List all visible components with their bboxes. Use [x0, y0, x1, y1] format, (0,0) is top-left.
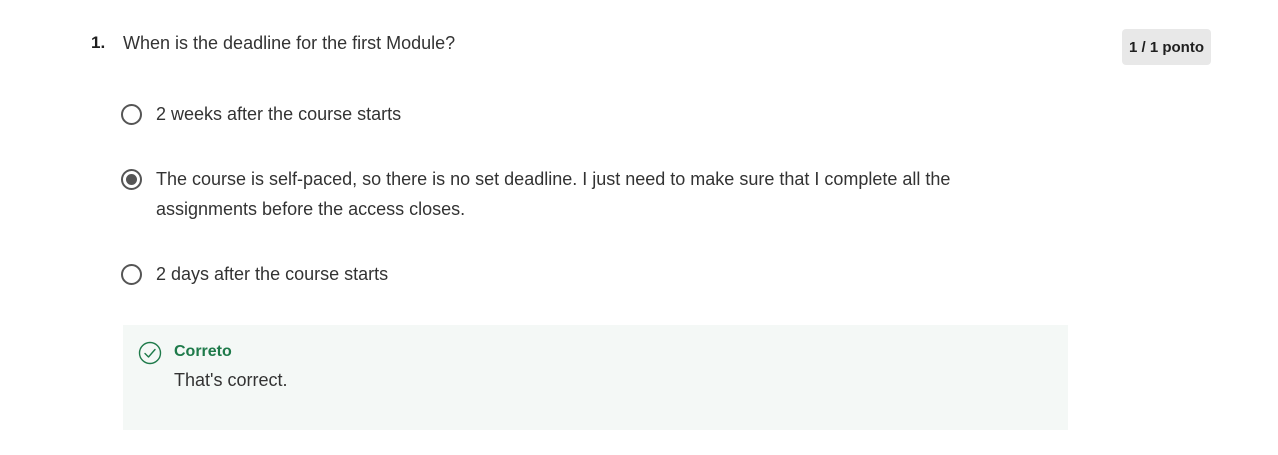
quiz-question: 1. When is the deadline for the first Mo… [0, 0, 1278, 455]
radio-dot [126, 174, 137, 185]
question-text: When is the deadline for the first Modul… [123, 33, 456, 53]
feedback-panel: Correto That's correct. [123, 325, 1068, 430]
feedback-status: Correto [174, 343, 232, 360]
check-circle-icon [138, 341, 162, 365]
radio-button-selected[interactable] [121, 169, 142, 190]
question-number: 1. [91, 33, 106, 52]
radio-button-unselected[interactable] [121, 264, 142, 285]
answer-option-1[interactable]: 2 weeks after the course starts [121, 103, 986, 129]
answer-option-2[interactable]: The course is self-paced, so there is no… [121, 168, 986, 224]
radio-button-unselected[interactable] [121, 104, 142, 125]
answer-option-label: 2 days after the course starts [156, 264, 389, 284]
feedback-message: That's correct. [174, 370, 288, 390]
answer-option-3[interactable]: 2 days after the course starts [121, 263, 986, 289]
answer-option-label: 2 weeks after the course starts [156, 104, 402, 124]
score-badge: 1 / 1 ponto [1122, 29, 1211, 65]
answer-option-label: The course is self-paced, so there is no… [156, 169, 951, 219]
